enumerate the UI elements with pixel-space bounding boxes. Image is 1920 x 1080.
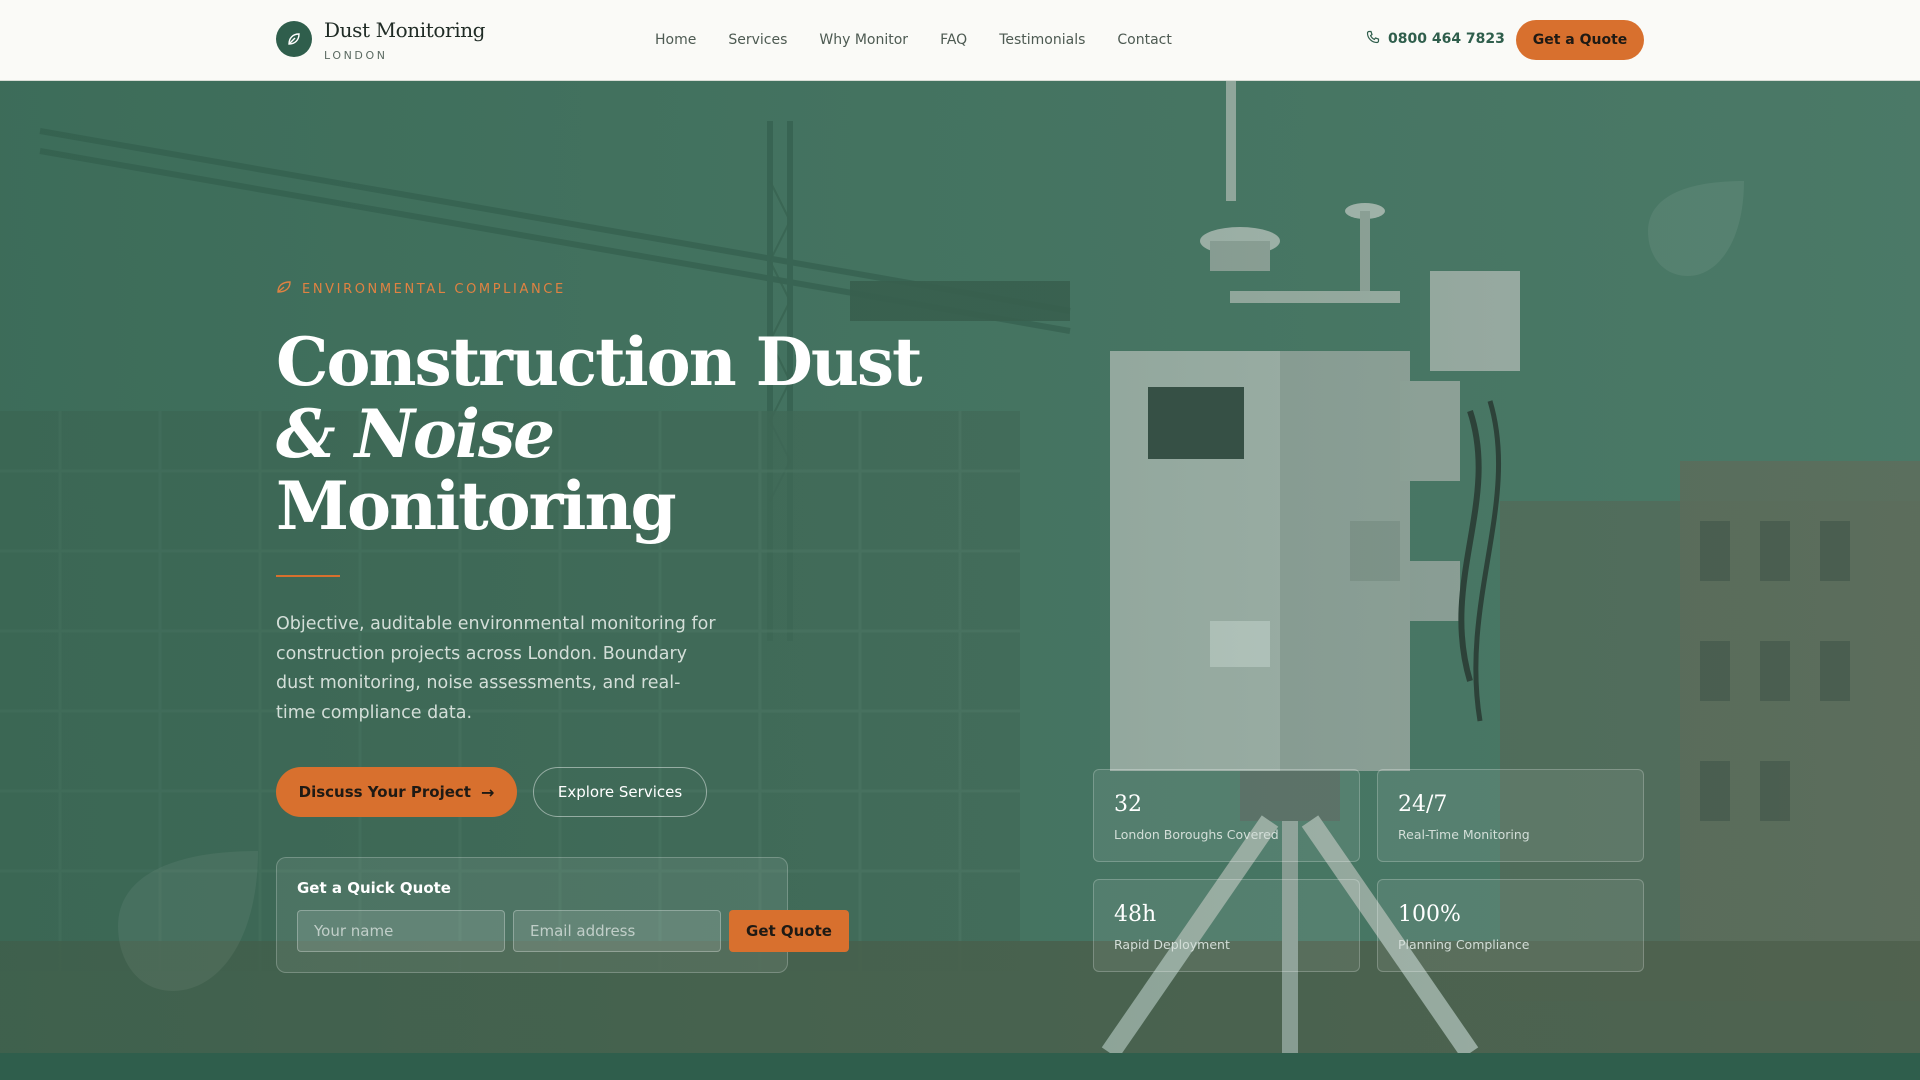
stat-card-boroughs: 32 London Boroughs Covered — [1093, 769, 1360, 862]
quick-quote-form: Get a Quick Quote Get Quote — [276, 857, 849, 973]
brand-logo[interactable]: Dust Monitoring LONDON — [276, 18, 485, 62]
leaf-icon — [276, 280, 292, 298]
explore-services-button[interactable]: Explore Services — [533, 767, 707, 817]
stat-value: 100% — [1398, 902, 1461, 927]
stat-label: Planning Compliance — [1398, 937, 1530, 952]
stat-card-compliance: 100% Planning Compliance — [1377, 879, 1644, 972]
arrow-right-icon: → — [480, 782, 495, 802]
nav-services[interactable]: Services — [728, 30, 787, 50]
get-quote-submit-button[interactable]: Get Quote — [729, 910, 849, 952]
hero-lead: Objective, auditable environmental monit… — [276, 614, 716, 723]
nav-testimonials[interactable]: Testimonials — [999, 30, 1085, 50]
hero-title-line-1: Construction Dust — [276, 323, 923, 401]
stat-label: London Boroughs Covered — [1114, 827, 1279, 842]
stat-label: Rapid Deployment — [1114, 937, 1230, 952]
name-input[interactable] — [297, 910, 505, 952]
stat-card-deployment: 48h Rapid Deployment — [1093, 879, 1360, 972]
brand-name: Dust Monitoring — [324, 18, 486, 42]
leaf-icon — [276, 21, 312, 57]
hero-divider — [276, 575, 340, 577]
next-section-band — [0, 1053, 1920, 1080]
hero-eyebrow-text: ENVIRONMENTAL COMPLIANCE — [302, 281, 566, 297]
stat-value: 48h — [1114, 902, 1157, 927]
decorative-leaf-icon — [1648, 181, 1744, 276]
site-header: Dust Monitoring LONDON Home Services Why… — [0, 0, 1920, 81]
decorative-leaf-shape-icon — [118, 851, 258, 991]
nav-faq[interactable]: FAQ — [940, 30, 967, 50]
stat-card-monitoring: 24/7 Real-Time Monitoring — [1377, 769, 1644, 862]
hero-title-line-3: Monitoring — [276, 467, 677, 545]
hero-eyebrow: ENVIRONMENTAL COMPLIANCE — [276, 280, 566, 298]
nav-why-monitor[interactable]: Why Monitor — [819, 30, 908, 50]
email-input[interactable] — [513, 910, 721, 952]
phone-link[interactable]: 0800 464 7823 — [1366, 30, 1505, 48]
phone-number: 0800 464 7823 — [1388, 31, 1505, 47]
get-quote-button[interactable]: Get a Quote — [1516, 20, 1644, 60]
discuss-project-label: Discuss Your Project — [298, 783, 471, 801]
nav-home[interactable]: Home — [655, 30, 696, 50]
stat-value: 32 — [1114, 792, 1142, 817]
main-nav: Home Services Why Monitor FAQ Testimonia… — [655, 30, 1204, 50]
brand-location: LONDON — [324, 49, 388, 62]
nav-contact[interactable]: Contact — [1117, 30, 1171, 50]
hero-title: Construction Dust & Noise Monitoring — [276, 323, 923, 545]
stat-value: 24/7 — [1398, 792, 1448, 817]
quick-quote-title: Get a Quick Quote — [297, 879, 451, 897]
phone-icon — [1366, 30, 1380, 48]
hero-title-line-2: & Noise — [276, 395, 555, 473]
discuss-project-button[interactable]: Discuss Your Project → — [276, 767, 517, 817]
stat-label: Real-Time Monitoring — [1398, 827, 1530, 842]
